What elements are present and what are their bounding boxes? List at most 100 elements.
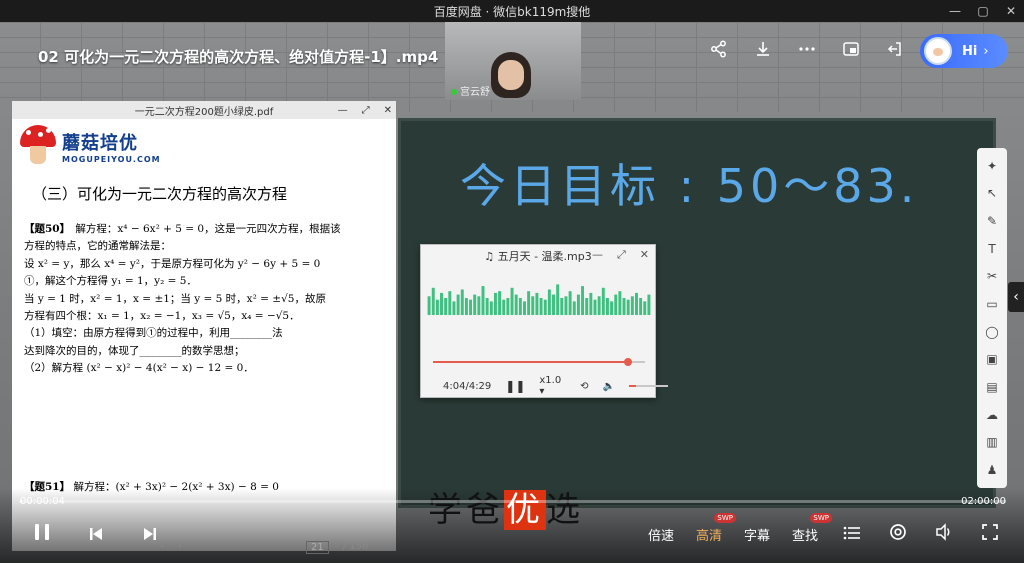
eq-bar <box>535 292 539 315</box>
eq-bar <box>498 291 502 315</box>
settings-icon[interactable] <box>886 522 910 546</box>
pip-icon[interactable] <box>840 38 862 60</box>
eq-bar <box>510 287 514 315</box>
download-icon[interactable] <box>752 38 774 60</box>
eq-bar <box>601 287 605 315</box>
music-close-button[interactable]: ✕ <box>640 248 649 262</box>
toolbox-icon[interactable]: ▥ <box>983 433 1001 451</box>
text-icon[interactable]: T <box>983 240 1001 258</box>
cloud-icon[interactable]: ☁ <box>983 406 1001 424</box>
shape-icon[interactable]: ◯ <box>983 323 1001 341</box>
eq-bar <box>630 296 634 315</box>
pause-icon[interactable] <box>30 522 54 547</box>
music-progress-knob[interactable] <box>624 358 633 366</box>
page-number-input[interactable]: 21 <box>306 541 329 554</box>
next-icon[interactable] <box>138 523 162 547</box>
exit-icon[interactable] <box>884 38 906 60</box>
pdf-close-button[interactable]: ✕ <box>384 105 392 116</box>
collapse-panel-icon[interactable]: ‹ <box>1008 282 1024 312</box>
music-speed-select[interactable]: x1.0 ▾ <box>539 375 566 397</box>
minimize-button[interactable]: — <box>948 4 962 18</box>
pdf-viewer: 一元二次方程200题小绿皮.pdf — ⤢ ✕ 蘑菇培优 MOGUPEIYOU.… <box>12 101 396 551</box>
eq-bar <box>589 292 593 315</box>
pdf-title: 一元二次方程200题小绿皮.pdf <box>134 106 274 118</box>
playlist-icon[interactable] <box>840 522 864 546</box>
eq-bar <box>552 294 555 315</box>
eq-bar <box>489 301 493 315</box>
move-icon[interactable]: ↖ <box>983 184 1001 202</box>
previous-icon[interactable] <box>84 523 108 547</box>
trash-icon[interactable]: ▭ <box>983 295 1001 313</box>
next-page-icon[interactable]: › <box>178 541 182 554</box>
close-button[interactable]: ✕ <box>1004 4 1018 18</box>
total-time: 02:00:00 <box>961 496 1006 507</box>
speed-button[interactable]: 倍速 <box>648 525 674 544</box>
eq-bar <box>622 298 626 315</box>
window-title-bar: 百度网盘 · 微信bk119m搜他 — ▢ ✕ <box>0 0 1024 22</box>
watermark-logo: 学爸优选 <box>428 490 584 530</box>
eq-bar <box>556 284 560 315</box>
music-expand-button[interactable]: ⤢ <box>617 248 626 262</box>
q50-line: 方程的特点，它的通常解法是： <box>24 240 171 253</box>
mogu-logo: 蘑菇培优 MOGUPEIYOU.COM <box>20 123 170 173</box>
share-icon[interactable] <box>708 38 730 60</box>
pdf-minimize-button[interactable]: — <box>338 105 348 116</box>
eq-bar <box>464 298 468 315</box>
pointer-icon[interactable]: ✦ <box>983 157 1001 175</box>
music-progress-fill <box>433 361 629 363</box>
quality-button[interactable]: 高清 SWP <box>696 512 736 544</box>
music-player: ♫ 五月天 - 温柔.mp3 — ⤢ ✕ 4:04/4:29 ❚❚ x1.0 ▾… <box>420 244 669 398</box>
swp-badge: SWP <box>714 512 736 523</box>
more-icon[interactable] <box>796 38 818 60</box>
search-button[interactable]: 查找 SWP <box>792 512 832 544</box>
q50-line: ①，解这个方程得 y₁ = 1，y₂ = 5． <box>24 275 197 288</box>
assistant-avatar <box>924 37 952 65</box>
q50-line: （2）解方程 (x² − x)² − 4(x² − x) − 12 = 0． <box>24 362 254 375</box>
board-goal-text: 今日目标 : 50～83. <box>460 159 919 213</box>
users-icon[interactable]: ♟ <box>983 461 1001 479</box>
eq-bar <box>539 298 543 315</box>
eq-bar <box>477 296 481 315</box>
eq-bar <box>527 291 531 315</box>
video-seek-bar[interactable] <box>20 500 1006 503</box>
teacher-name: 宫云舒 <box>460 87 490 98</box>
eq-bar <box>523 301 526 315</box>
question-50: 【题50】 解方程：x⁴ − 6x² + 5 = 0，这是一元四次方程，根据该 … <box>24 221 389 378</box>
subtitle-button[interactable]: 字幕 <box>744 525 770 544</box>
eq-bar <box>531 296 535 315</box>
pdf-expand-button[interactable]: ⤢ <box>362 105 370 116</box>
loop-icon[interactable]: ⟲ <box>580 381 588 392</box>
fullscreen-icon[interactable] <box>978 522 1002 546</box>
eq-bar <box>568 291 572 315</box>
eq-bar <box>435 299 439 315</box>
chat-icon[interactable]: ▤ <box>983 378 1001 396</box>
volume-icon[interactable] <box>932 522 956 546</box>
top-toolbar <box>708 38 906 60</box>
eq-bar <box>593 299 597 315</box>
swp-badge: SWP <box>810 512 832 523</box>
eq-bar <box>605 298 609 315</box>
volume-icon[interactable]: 🔈 <box>602 381 614 392</box>
pen-icon[interactable]: ✎ <box>983 212 1001 230</box>
eq-bar <box>485 298 489 315</box>
volume-fill <box>628 385 636 387</box>
current-time: 00:00:04 <box>20 496 65 507</box>
scissors-icon[interactable]: ✂ <box>983 267 1001 285</box>
eq-bar <box>493 292 497 315</box>
eq-bar <box>626 299 630 315</box>
assistant-hi-button[interactable]: Hi › <box>920 34 1008 68</box>
image-icon[interactable]: ▣ <box>983 350 1001 368</box>
music-progress-bar[interactable] <box>433 358 645 366</box>
music-volume-slider[interactable] <box>628 385 669 387</box>
eq-bar <box>444 298 448 315</box>
pdf-pager: ‹ › 21 / 156 <box>160 541 368 554</box>
hi-label: Hi <box>962 43 978 59</box>
music-pause-icon[interactable]: ❚❚ <box>505 379 525 393</box>
eq-bar <box>647 294 651 315</box>
window-title: 百度网盘 · 微信bk119m搜他 <box>433 4 591 19</box>
music-minimize-button[interactable]: — <box>592 248 603 262</box>
q50-label: 【题50】 <box>24 223 65 235</box>
maximize-button[interactable]: ▢ <box>976 4 990 18</box>
eq-bar <box>585 298 589 315</box>
music-track-title: 五月天 - 温柔.mp3 <box>497 250 592 263</box>
